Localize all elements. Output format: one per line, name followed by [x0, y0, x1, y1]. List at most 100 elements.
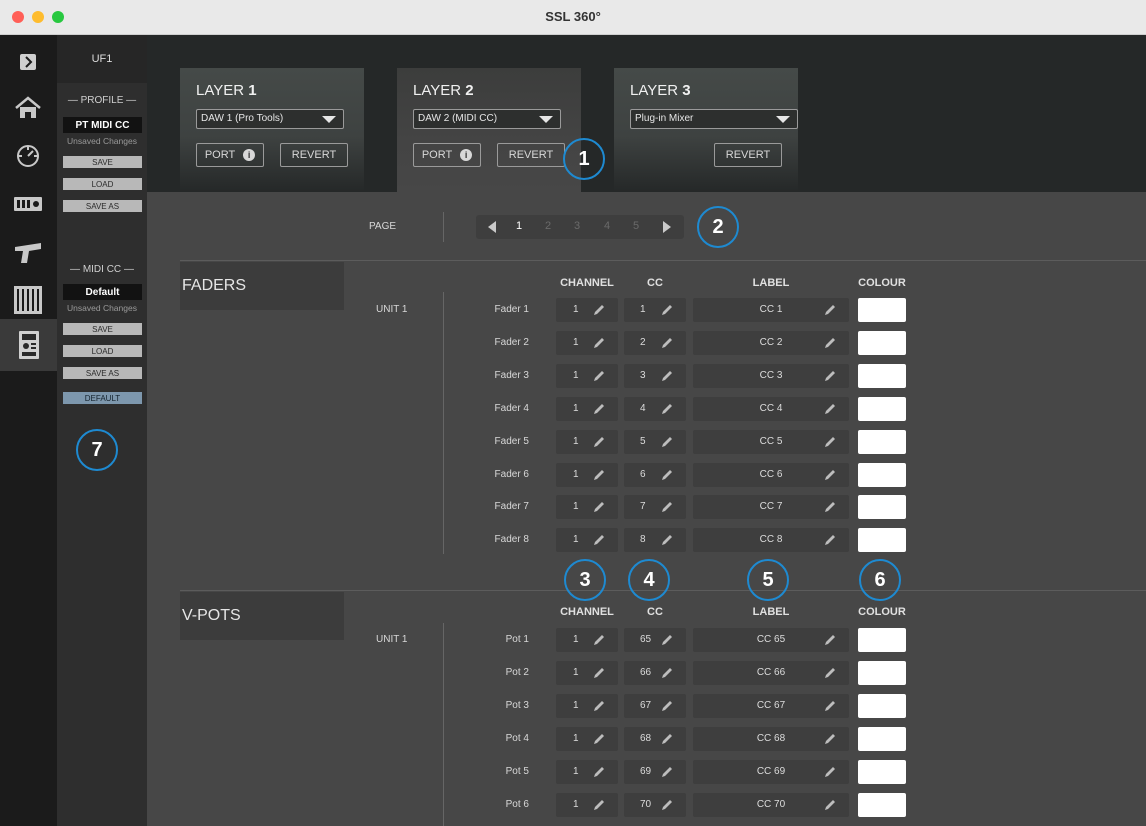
edit-pencil-icon[interactable]	[823, 666, 837, 680]
layer-3-tab[interactable]: LAYER 3 Plug-in Mixer REVERT	[614, 68, 798, 192]
edit-pencil-icon[interactable]	[592, 633, 606, 647]
edit-pencil-icon[interactable]	[823, 699, 837, 713]
colour-swatch[interactable]	[858, 792, 906, 817]
label-field[interactable]: CC 65	[693, 628, 849, 652]
label-field[interactable]: CC 66	[693, 660, 849, 685]
layer-3-revert-button[interactable]: REVERT	[714, 143, 782, 167]
page-5-button[interactable]: 5	[633, 220, 639, 232]
edit-pencil-icon[interactable]	[823, 303, 837, 317]
edit-pencil-icon[interactable]	[660, 435, 674, 449]
edit-pencil-icon[interactable]	[660, 336, 674, 350]
edit-pencil-icon[interactable]	[823, 765, 837, 779]
page-3-button[interactable]: 3	[574, 220, 580, 232]
edit-pencil-icon[interactable]	[823, 336, 837, 350]
cc-field[interactable]: 70	[624, 792, 686, 817]
channel-field[interactable]: 1	[556, 363, 618, 388]
edit-pencil-icon[interactable]	[592, 500, 606, 514]
edit-pencil-icon[interactable]	[660, 798, 674, 812]
edit-pencil-icon[interactable]	[592, 402, 606, 416]
cc-field[interactable]: 65	[624, 628, 686, 652]
channel-field[interactable]: 1	[556, 462, 618, 487]
midicc-load-button[interactable]: LOAD	[63, 345, 142, 357]
cc-field[interactable]: 69	[624, 759, 686, 784]
page-1-button[interactable]: 1	[516, 220, 522, 232]
edit-pencil-icon[interactable]	[592, 336, 606, 350]
colour-swatch[interactable]	[858, 528, 906, 553]
channel-field[interactable]: 1	[556, 759, 618, 784]
edit-pencil-icon[interactable]	[823, 402, 837, 416]
home-button[interactable]	[9, 91, 47, 125]
edit-pencil-icon[interactable]	[592, 666, 606, 680]
edit-pencil-icon[interactable]	[660, 666, 674, 680]
cc-field[interactable]: 3	[624, 363, 686, 388]
edit-pencil-icon[interactable]	[660, 765, 674, 779]
label-field[interactable]: CC 69	[693, 759, 849, 784]
cc-field[interactable]: 1	[624, 298, 686, 322]
edit-pencil-icon[interactable]	[592, 699, 606, 713]
layer-2-port-button[interactable]: PORT i	[413, 143, 481, 167]
edit-pencil-icon[interactable]	[823, 468, 837, 482]
layer-1-port-button[interactable]: PORT i	[196, 143, 264, 167]
channel-field[interactable]: 1	[556, 298, 618, 322]
edit-pencil-icon[interactable]	[660, 633, 674, 647]
channel-field[interactable]: 1	[556, 528, 618, 553]
colour-swatch[interactable]	[858, 429, 906, 454]
colour-swatch[interactable]	[858, 693, 906, 718]
edit-pencil-icon[interactable]	[823, 533, 837, 547]
colour-swatch[interactable]	[858, 660, 906, 685]
label-field[interactable]: CC 7	[693, 495, 849, 520]
edit-pencil-icon[interactable]	[592, 798, 606, 812]
page-2-button[interactable]: 2	[545, 220, 551, 232]
channel-field[interactable]: 1	[556, 495, 618, 520]
cc-field[interactable]: 66	[624, 660, 686, 685]
colour-swatch[interactable]	[858, 462, 906, 487]
edit-pencil-icon[interactable]	[592, 369, 606, 383]
edit-pencil-icon[interactable]	[660, 468, 674, 482]
edit-pencil-icon[interactable]	[660, 732, 674, 746]
label-field[interactable]: CC 68	[693, 726, 849, 751]
channel-field[interactable]: 1	[556, 792, 618, 817]
edit-pencil-icon[interactable]	[660, 369, 674, 383]
colour-swatch[interactable]	[858, 298, 906, 322]
edit-pencil-icon[interactable]	[592, 732, 606, 746]
profile-load-button[interactable]: LOAD	[63, 178, 142, 190]
label-field[interactable]: CC 6	[693, 462, 849, 487]
edit-pencil-icon[interactable]	[823, 798, 837, 812]
label-field[interactable]: CC 3	[693, 363, 849, 388]
edit-pencil-icon[interactable]	[823, 500, 837, 514]
profile-save-button[interactable]: SAVE	[63, 156, 142, 168]
edit-pencil-icon[interactable]	[660, 533, 674, 547]
cc-field[interactable]: 68	[624, 726, 686, 751]
channel-field[interactable]: 1	[556, 330, 618, 355]
edit-pencil-icon[interactable]	[823, 369, 837, 383]
cc-field[interactable]: 67	[624, 693, 686, 718]
channel-field[interactable]: 1	[556, 628, 618, 652]
layer-2-daw-dropdown[interactable]: DAW 2 (MIDI CC)	[413, 109, 561, 129]
colour-swatch[interactable]	[858, 495, 906, 520]
midicc-save-button[interactable]: SAVE	[63, 323, 142, 335]
controller-button[interactable]	[9, 187, 47, 221]
layer-2-tab[interactable]: LAYER 2 DAW 2 (MIDI CC) PORT i REVERT	[397, 68, 581, 192]
label-field[interactable]: CC 1	[693, 298, 849, 322]
edit-pencil-icon[interactable]	[592, 765, 606, 779]
edit-pencil-icon[interactable]	[592, 303, 606, 317]
cc-field[interactable]: 6	[624, 462, 686, 487]
plugins-button[interactable]	[9, 139, 47, 173]
layer-1-revert-button[interactable]: REVERT	[280, 143, 348, 167]
layer-2-revert-button[interactable]: REVERT	[497, 143, 565, 167]
cc-field[interactable]: 8	[624, 528, 686, 553]
profile-save-as-button[interactable]: SAVE AS	[63, 200, 142, 212]
label-field[interactable]: CC 4	[693, 396, 849, 421]
cc-field[interactable]: 4	[624, 396, 686, 421]
colour-swatch[interactable]	[858, 363, 906, 388]
channel-field[interactable]: 1	[556, 693, 618, 718]
mixer-button[interactable]	[9, 283, 47, 317]
edit-pencil-icon[interactable]	[823, 435, 837, 449]
channel-field[interactable]: 1	[556, 726, 618, 751]
label-field[interactable]: CC 8	[693, 528, 849, 553]
edit-pencil-icon[interactable]	[823, 633, 837, 647]
page-next-icon[interactable]	[663, 221, 671, 233]
label-field[interactable]: CC 67	[693, 693, 849, 718]
edit-pencil-icon[interactable]	[660, 500, 674, 514]
cc-field[interactable]: 2	[624, 330, 686, 355]
